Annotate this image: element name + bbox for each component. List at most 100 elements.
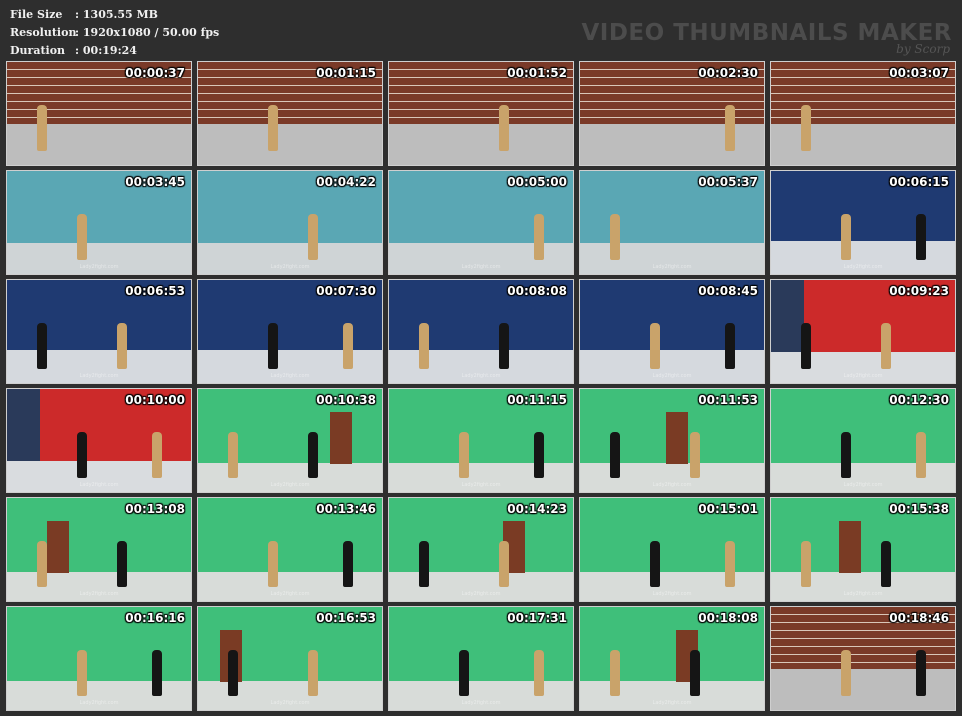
thumbnail-timestamp: 00:15:38 [889, 502, 949, 516]
thumbnail-timestamp: 00:18:46 [889, 611, 949, 625]
thumbnail-timestamp: 00:10:38 [316, 393, 376, 407]
video-thumbnail[interactable]: 00:06:15 Lady2fight.com [770, 170, 956, 275]
video-thumbnail[interactable]: 00:08:45 Lady2fight.com [579, 279, 765, 384]
video-thumbnail[interactable]: 00:18:08 Lady2fight.com [579, 606, 765, 711]
figure-silhouette [650, 323, 660, 369]
thumbnail-timestamp: 00:13:46 [316, 502, 376, 516]
thumbnail-grid: 00:00:37 00:01:15 00:01:52 00:02:30 00:03:07… [6, 61, 956, 711]
thumbnail-timestamp: 00:04:22 [316, 175, 376, 189]
video-thumbnail[interactable]: 00:07:30 Lady2fight.com [197, 279, 383, 384]
figure-silhouette [308, 214, 318, 260]
thumbnail-watermark: Lady2fight.com [79, 700, 119, 706]
thumbnail-watermark: Lady2fight.com [270, 591, 310, 597]
video-thumbnail[interactable]: 00:10:38 Lady2fight.com [197, 388, 383, 493]
figure-silhouette [881, 323, 891, 369]
resolution-row: Resolution : 1920x1080 / 50.00 fps [10, 24, 219, 42]
thumbnail-watermark: Lady2fight.com [79, 264, 119, 270]
figure-silhouette [419, 541, 429, 587]
thumbnail-timestamp: 00:18:08 [698, 611, 758, 625]
video-thumbnail[interactable]: 00:04:22 Lady2fight.com [197, 170, 383, 275]
file-info-panel: File Size : 1305.55 MB Resolution : 1920… [10, 6, 219, 60]
video-thumbnail[interactable]: 00:18:46 [770, 606, 956, 711]
figure-silhouette [117, 323, 127, 369]
video-thumbnail[interactable]: 00:14:23 Lady2fight.com [388, 497, 574, 602]
figure-silhouette [610, 432, 620, 478]
video-thumbnail[interactable]: 00:16:16 Lady2fight.com [6, 606, 192, 711]
figure-silhouette [459, 650, 469, 696]
thumbnail-watermark: Lady2fight.com [79, 482, 119, 488]
figure-silhouette [916, 432, 926, 478]
video-thumbnail[interactable]: 00:17:31 Lady2fight.com [388, 606, 574, 711]
figure-silhouette [499, 105, 509, 151]
video-thumbnail[interactable]: 00:05:00 Lady2fight.com [388, 170, 574, 275]
video-thumbnail[interactable]: 00:05:37 Lady2fight.com [579, 170, 765, 275]
video-thumbnail[interactable]: 00:11:15 Lady2fight.com [388, 388, 574, 493]
figure-silhouette [534, 650, 544, 696]
thumbnail-watermark: Lady2fight.com [652, 373, 692, 379]
figure-silhouette [841, 214, 851, 260]
thumbnail-timestamp: 00:17:31 [507, 611, 567, 625]
figure-silhouette [37, 105, 47, 151]
video-thumbnail[interactable]: 00:15:38 Lady2fight.com [770, 497, 956, 602]
resolution-label: Resolution [10, 26, 77, 39]
video-thumbnail[interactable]: 00:06:53 Lady2fight.com [6, 279, 192, 384]
figure-silhouette [725, 105, 735, 151]
video-thumbnail[interactable]: 00:00:37 [6, 61, 192, 166]
figure-silhouette [343, 541, 353, 587]
thumbnail-timestamp: 00:14:23 [507, 502, 567, 516]
figure-silhouette [841, 650, 851, 696]
figure-silhouette [650, 541, 660, 587]
video-thumbnail[interactable]: 00:13:46 Lady2fight.com [197, 497, 383, 602]
figure-silhouette [801, 541, 811, 587]
thumbnail-watermark: Lady2fight.com [270, 373, 310, 379]
thumbnail-timestamp: 00:07:30 [316, 284, 376, 298]
thumbnail-timestamp: 00:03:07 [889, 66, 949, 80]
thumbnail-watermark: Lady2fight.com [461, 482, 501, 488]
video-thumbnail[interactable]: 00:01:15 [197, 61, 383, 166]
figure-silhouette [725, 541, 735, 587]
figure-silhouette [77, 214, 87, 260]
figure-silhouette [610, 214, 620, 260]
thumbnail-timestamp: 00:06:15 [889, 175, 949, 189]
video-thumbnail[interactable]: 00:02:30 [579, 61, 765, 166]
video-thumbnail[interactable]: 00:13:08 Lady2fight.com [6, 497, 192, 602]
video-thumbnail[interactable]: 00:01:52 [388, 61, 574, 166]
thumbnail-watermark: Lady2fight.com [461, 700, 501, 706]
figure-silhouette [881, 541, 891, 587]
figure-silhouette [725, 323, 735, 369]
video-thumbnail[interactable]: 00:15:01 Lady2fight.com [579, 497, 765, 602]
resolution-value: : 1920x1080 / 50.00 fps [75, 26, 220, 39]
figure-silhouette [534, 432, 544, 478]
scene-door [330, 412, 352, 464]
scene-door [839, 521, 861, 573]
figure-silhouette [499, 323, 509, 369]
thumbnail-timestamp: 00:06:53 [125, 284, 185, 298]
figure-silhouette [308, 650, 318, 696]
video-thumbnail[interactable]: 00:11:53 Lady2fight.com [579, 388, 765, 493]
thumbnail-timestamp: 00:10:00 [125, 393, 185, 407]
video-thumbnail[interactable]: 00:10:00 Lady2fight.com [6, 388, 192, 493]
figure-silhouette [841, 432, 851, 478]
figure-silhouette [916, 650, 926, 696]
thumbnail-watermark: Lady2fight.com [270, 700, 310, 706]
video-thumbnail[interactable]: 00:09:23 Lady2fight.com [770, 279, 956, 384]
figure-silhouette [534, 214, 544, 260]
brand-logo: VIDEO THUMBNAILS MAKER by Scorp [581, 20, 952, 56]
thumbnail-timestamp: 00:11:53 [698, 393, 758, 407]
thumbnail-timestamp: 00:16:16 [125, 611, 185, 625]
thumbnail-watermark: Lady2fight.com [843, 482, 883, 488]
figure-silhouette [690, 432, 700, 478]
video-thumbnail[interactable]: 00:03:07 [770, 61, 956, 166]
thumbnail-timestamp: 00:15:01 [698, 502, 758, 516]
thumbnail-timestamp: 00:11:15 [507, 393, 567, 407]
video-thumbnail[interactable]: 00:12:30 Lady2fight.com [770, 388, 956, 493]
thumbnail-timestamp: 00:00:37 [125, 66, 185, 80]
thumbnail-watermark: Lady2fight.com [843, 591, 883, 597]
video-thumbnail[interactable]: 00:08:08 Lady2fight.com [388, 279, 574, 384]
figure-silhouette [228, 650, 238, 696]
figure-silhouette [801, 323, 811, 369]
video-thumbnail[interactable]: 00:03:45 Lady2fight.com [6, 170, 192, 275]
figure-silhouette [268, 105, 278, 151]
figure-silhouette [801, 105, 811, 151]
video-thumbnail[interactable]: 00:16:53 Lady2fight.com [197, 606, 383, 711]
